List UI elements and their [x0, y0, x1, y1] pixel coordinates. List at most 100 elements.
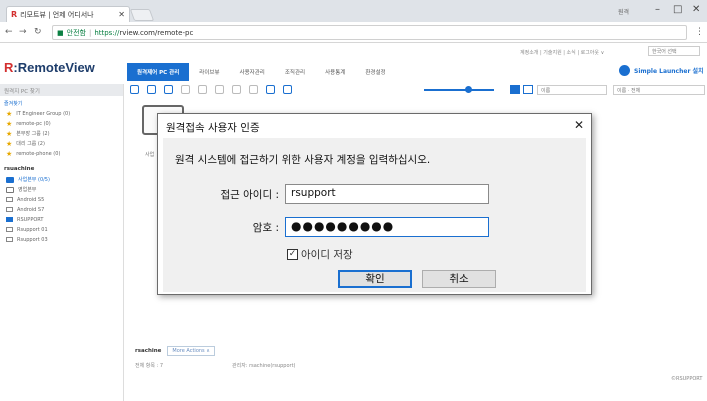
save-id-checkbox[interactable]: ✓ [287, 249, 298, 260]
password-input[interactable]: ●●●●●●●●● [285, 217, 489, 237]
nav-settings[interactable]: 환경설정 [355, 63, 395, 81]
password-label: 암호 : [252, 222, 279, 234]
move-icon[interactable] [215, 85, 224, 94]
footer-group-name: rsachine [135, 348, 162, 354]
refresh-icon[interactable] [130, 85, 139, 94]
ok-button[interactable]: 확인 [338, 270, 412, 288]
export-icon[interactable] [283, 85, 292, 94]
id-input[interactable]: rsupport [285, 184, 489, 204]
zoom-slider-handle[interactable] [465, 86, 472, 93]
group-label: 영업본부 [18, 187, 37, 193]
nav-organization[interactable]: 조직관리 [275, 63, 315, 81]
favorite-item[interactable]: ★ 본부장 그룹 (2) [0, 129, 123, 139]
tab-close-icon[interactable]: ✕ [118, 10, 125, 19]
new-tab-button[interactable] [129, 9, 155, 21]
folder-icon [6, 176, 14, 183]
group-item[interactable]: Rsupport 03 [0, 235, 123, 245]
monitor-icon [6, 237, 13, 242]
list-view-icon[interactable] [523, 85, 533, 94]
nav-users[interactable]: 사용자관리 [230, 63, 275, 81]
save-id-label: 아이디 저장 [301, 249, 353, 261]
screen-icon[interactable] [164, 85, 173, 94]
group-label: 사업본부 (0/5) [18, 177, 50, 183]
file-icon[interactable] [181, 85, 190, 94]
pc-icon [6, 217, 13, 222]
filter-select[interactable]: 이름 · 전체 [613, 85, 705, 95]
dialog-body: 원격 시스템에 접근하기 위한 사용자 계정을 입력하십시오. 접근 아이디 :… [163, 138, 586, 292]
copyright: ©RSUPPORT [671, 376, 703, 382]
auth-dialog: 원격접속 사용자 인증 ✕ 원격 시스템에 접근하기 위한 사용자 계정을 입력… [157, 113, 592, 295]
monitor-icon [6, 227, 13, 232]
delete-icon[interactable] [249, 85, 258, 94]
nav-liveview[interactable]: 라이브뷰 [189, 63, 229, 81]
back-icon[interactable]: ← [5, 27, 13, 37]
connect-icon[interactable] [147, 85, 156, 94]
group-item[interactable]: Android S5 [0, 195, 123, 205]
cancel-button[interactable]: 취소 [422, 270, 496, 288]
favorite-item[interactable]: ★ IT Engineer Group (0) [0, 109, 123, 119]
top-links[interactable]: 계정소개 | 기술지원 | 소식 | 로그아웃 ∨ [520, 49, 604, 56]
id-label: 접근 아이디 : [220, 189, 279, 201]
favorite-item[interactable]: ★ remote-pc (0) [0, 119, 123, 129]
favorites-title: 즐겨찾기 [4, 101, 23, 107]
url-scheme: https:// [94, 28, 120, 37]
forward-icon[interactable]: → [19, 27, 27, 37]
window-close-icon[interactable]: ✕ [692, 4, 700, 15]
simple-launcher-link[interactable]: Simple Launcher 설치 [619, 65, 704, 76]
launcher-label: Simple Launcher 설치 [634, 68, 704, 75]
group-title: rsuachine [4, 166, 35, 172]
group-label: Rsupport 03 [17, 236, 48, 243]
dialog-title: 원격접속 사용자 인증 [166, 122, 260, 134]
lock-icon: ■ [57, 28, 64, 37]
total-count: 전체 항목 : 7 [135, 363, 164, 369]
reload-icon[interactable]: ↻ [34, 27, 42, 37]
phone-icon [6, 197, 13, 202]
save-id-row[interactable]: ✓ 아이디 저장 [287, 247, 353, 262]
group-item[interactable]: 영업본부 [0, 185, 123, 195]
browser-tab[interactable]: R 리모트뷰 | 언제 어디서나 ✕ [6, 6, 130, 22]
group-item[interactable]: Android S7 [0, 205, 123, 215]
group-item[interactable]: RSUPPORT [0, 215, 123, 225]
logo-r: R [4, 60, 14, 75]
browser-menu-icon[interactable]: ⋮ [695, 27, 704, 37]
language-select[interactable]: 한국어 선택 [648, 46, 700, 56]
more-actions-button[interactable]: More Actions ∧ [167, 346, 215, 356]
group-label: Android S7 [17, 206, 45, 213]
phone-icon [6, 207, 13, 212]
group-item[interactable]: Rsupport 01 [0, 225, 123, 235]
sidebar-search[interactable]: 원격지 PC 찾기 [0, 84, 123, 96]
content-footer: rsachine More Actions ∧ [135, 346, 215, 356]
group-label: Android S5 [17, 196, 45, 203]
edit-icon[interactable] [232, 85, 241, 94]
logo-text: :RemoteView [13, 60, 95, 75]
favorite-label: 본부장 그룹 (2) [16, 131, 50, 137]
dialog-close-icon[interactable]: ✕ [574, 118, 584, 132]
favorite-label: IT Engineer Group (0) [16, 110, 71, 117]
remoteview-logo[interactable]: R:RemoteView [4, 60, 95, 75]
star-icon: ★ [6, 109, 13, 118]
home-icon[interactable] [198, 85, 207, 94]
group-item[interactable]: 사업본부 (0/5) [0, 175, 123, 185]
nav-remote-pc[interactable]: 원격제어 PC 관리 [127, 63, 190, 81]
nav-statistics[interactable]: 사용통계 [315, 63, 355, 81]
launcher-icon [619, 65, 630, 76]
favorite-label: remote-phone (0) [16, 150, 61, 157]
zoom-slider[interactable] [424, 89, 494, 91]
folder-icon [6, 186, 14, 193]
star-icon: ★ [6, 119, 13, 128]
favorite-label: 대리 그룹 (2) [16, 141, 45, 147]
chart-icon[interactable] [266, 85, 275, 94]
group-label: RSUPPORT [17, 216, 44, 223]
sort-select[interactable]: 이름 [537, 85, 607, 95]
favorite-item[interactable]: ★ remote-phone (0) [0, 149, 123, 159]
main-nav: 원격제어 PC 관리 라이브뷰 사용자관리 조직관리 사용통계 환경설정 [127, 63, 396, 81]
url-text: rview.com/remote-pc [119, 28, 194, 37]
minimize-icon[interactable]: – [655, 4, 660, 15]
sidebar: 원격지 PC 찾기 즐겨찾기 ★ IT Engineer Group (0) ★ r… [0, 84, 124, 401]
favorite-item[interactable]: ★ 대리 그룹 (2) [0, 139, 123, 149]
grid-view-icon[interactable] [510, 85, 520, 94]
url-input[interactable]: ■ 안전함 | https://rview.com/remote-pc [52, 25, 687, 40]
maximize-icon[interactable]: □ [673, 4, 682, 15]
rsupport-favicon-icon: R [11, 10, 18, 19]
favorite-label: remote-pc (0) [16, 120, 51, 127]
